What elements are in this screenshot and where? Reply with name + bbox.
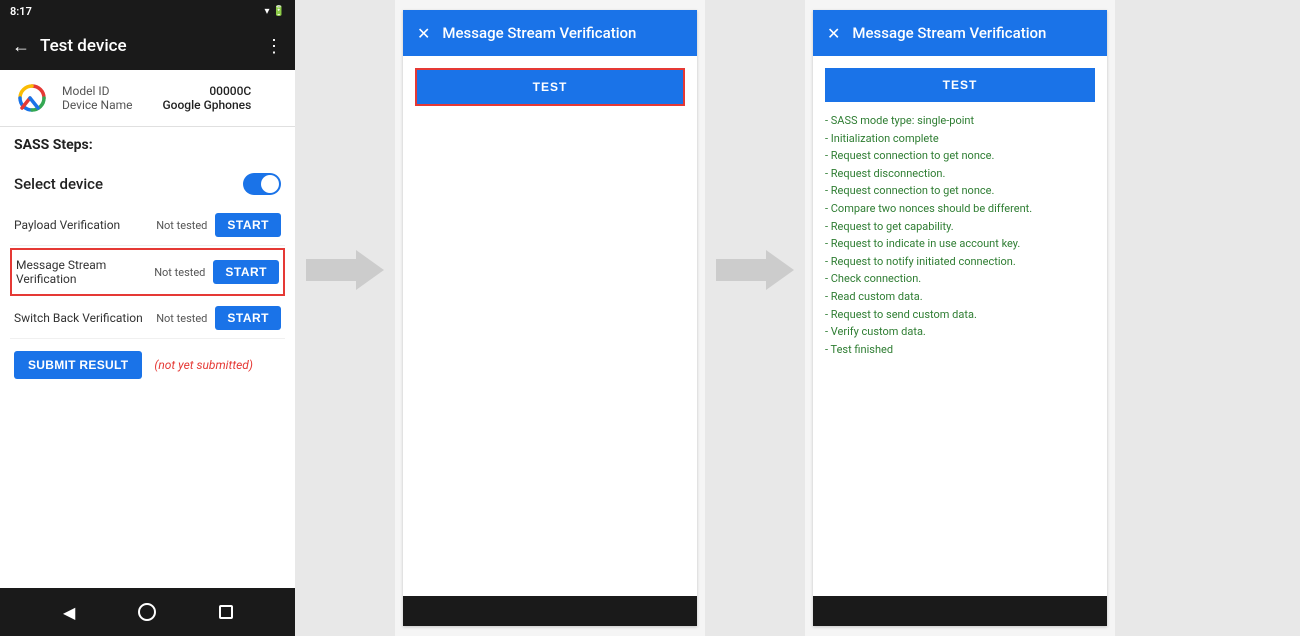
step-name-payload: Payload Verification (14, 218, 148, 232)
test-button-1[interactable]: TEST (417, 70, 683, 104)
home-circle-icon (138, 603, 156, 621)
device-name-label: Device Name (62, 98, 133, 112)
more-menu-button[interactable]: ⋮ (265, 36, 283, 57)
model-label: Model ID (62, 84, 109, 98)
dialog-close-button-1[interactable]: ✕ (417, 24, 430, 43)
log-line-4: - Request connection to get nonce. (825, 182, 1095, 200)
arrow-1 (295, 0, 395, 290)
log-line-10: - Read custom data. (825, 288, 1095, 306)
dialog-panel-1: ✕ Message Stream Verification TEST (403, 10, 697, 626)
dialog-content-2: TEST - SASS mode type: single-point- Ini… (813, 56, 1107, 596)
test-button-container-1: TEST (415, 68, 685, 106)
step-name-switch-back: Switch Back Verification (14, 311, 148, 325)
dialog-title-1: Message Stream Verification (442, 24, 683, 42)
arrow-2 (705, 0, 805, 290)
recents-square-icon (219, 605, 233, 619)
arrow-shape-1 (306, 250, 384, 290)
status-bar: 8:17 ▾ 🔋 (0, 0, 295, 22)
home-nav-button[interactable] (133, 598, 161, 626)
dialog-title-2: Message Stream Verification (852, 24, 1093, 42)
select-device-toggle[interactable] (243, 173, 281, 195)
log-line-12: - Verify custom data. (825, 323, 1095, 341)
arrow-body-2 (716, 259, 766, 281)
start-button-switch-back[interactable]: START (215, 306, 281, 330)
status-time: 8:17 (10, 5, 32, 18)
phone-screen: ← Test device ⋮ Model ID 00000C (0, 22, 295, 588)
select-device-label: Select device (14, 175, 103, 193)
dialog-bottom-bar-1 (403, 596, 697, 626)
status-icons: ▾ 🔋 (265, 6, 285, 17)
log-line-8: - Request to notify initiated connection… (825, 253, 1095, 271)
arrow-head-2 (766, 250, 794, 290)
phone-nav-bar: ◀ (0, 588, 295, 636)
toolbar-left: ← Test device (12, 36, 127, 57)
toolbar-title: Test device (40, 36, 127, 56)
submit-result-button[interactable]: SUBMIT RESULT (14, 351, 142, 379)
arrow-shape-2 (716, 250, 794, 290)
log-line-7: - Request to indicate in use account key… (825, 235, 1095, 253)
log-line-11: - Request to send custom data. (825, 306, 1095, 324)
battery-icon: 🔋 (273, 6, 285, 17)
step-status-switch-back: Not tested (156, 312, 207, 325)
dialog-log: - SASS mode type: single-point- Initiali… (825, 112, 1095, 358)
select-device-row: Select device (0, 167, 295, 201)
dialog-wrapper-1: ✕ Message Stream Verification TEST (395, 0, 705, 636)
dialog-header-2: ✕ Message Stream Verification (813, 10, 1107, 56)
log-line-3: - Request disconnection. (825, 165, 1095, 183)
log-line-5: - Compare two nonces should be different… (825, 200, 1095, 218)
log-line-0: - SASS mode type: single-point (825, 112, 1095, 130)
sass-title: SASS Steps: (14, 137, 281, 153)
device-name-value: Google Gphones (163, 98, 252, 112)
not-submitted-label: (not yet submitted) (154, 358, 253, 372)
recents-nav-button[interactable] (212, 598, 240, 626)
start-button-message-stream[interactable]: START (213, 260, 279, 284)
app-toolbar: ← Test device ⋮ (0, 22, 295, 70)
dialog-bottom-bar-2 (813, 596, 1107, 626)
wifi-icon: ▾ (265, 6, 270, 17)
steps-list: Payload Verification Not tested START Me… (0, 205, 295, 339)
log-line-9: - Check connection. (825, 270, 1095, 288)
model-value: 00000C (209, 84, 251, 98)
dialog-wrapper-2: ✕ Message Stream Verification TEST - SAS… (805, 0, 1115, 636)
submit-row: SUBMIT RESULT (not yet submitted) (0, 339, 295, 391)
device-details: Model ID 00000C Device Name Google Gphon… (62, 84, 251, 112)
log-line-6: - Request to get capability. (825, 218, 1095, 236)
test-button-2[interactable]: TEST (825, 68, 1095, 102)
log-line-2: - Request connection to get nonce. (825, 147, 1095, 165)
step-row-switch-back: Switch Back Verification Not tested STAR… (10, 298, 285, 339)
device-logo (14, 80, 50, 116)
step-status-payload: Not tested (156, 219, 207, 232)
step-row-payload: Payload Verification Not tested START (10, 205, 285, 246)
arrow-body-1 (306, 259, 356, 281)
phone-frame: 8:17 ▾ 🔋 ← Test device ⋮ (0, 0, 295, 636)
dialog-content-1: TEST (403, 56, 697, 596)
step-name-message-stream: Message StreamVerification (16, 258, 146, 286)
device-info-section: Model ID 00000C Device Name Google Gphon… (0, 70, 295, 127)
dialog-panel-2: ✕ Message Stream Verification TEST - SAS… (813, 10, 1107, 626)
back-nav-button[interactable]: ◀ (55, 598, 83, 626)
start-button-payload[interactable]: START (215, 213, 281, 237)
log-line-1: - Initialization complete (825, 130, 1095, 148)
back-button[interactable]: ← (12, 36, 30, 57)
dialog-close-button-2[interactable]: ✕ (827, 24, 840, 43)
arrow-head-1 (356, 250, 384, 290)
step-status-message-stream: Not tested (154, 266, 205, 279)
log-line-13: - Test finished (825, 341, 1095, 359)
step-row-message-stream: Message StreamVerification Not tested ST… (10, 248, 285, 296)
sass-section: SASS Steps: (0, 127, 295, 167)
dialog-header-1: ✕ Message Stream Verification (403, 10, 697, 56)
